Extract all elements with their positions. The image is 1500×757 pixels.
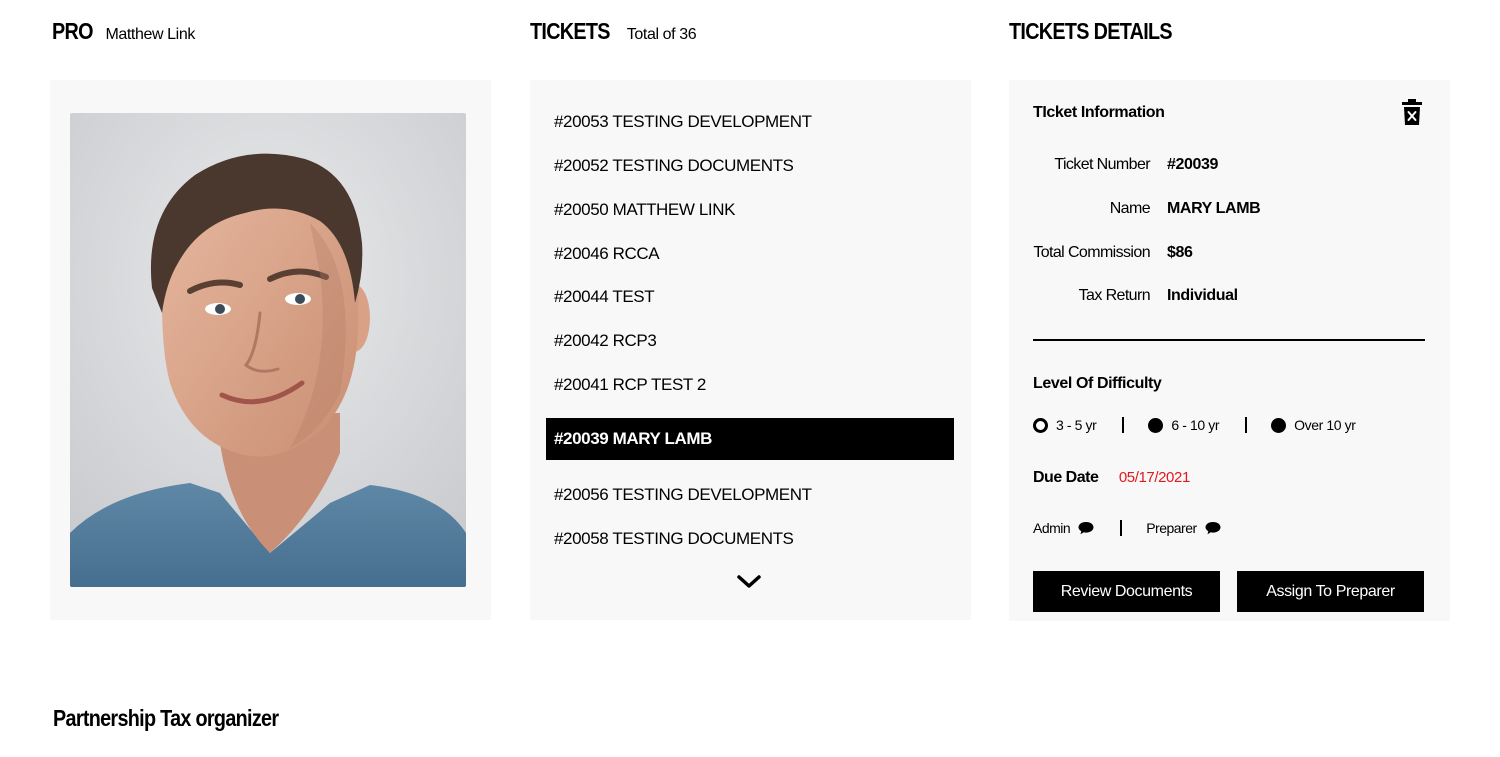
difficulty-radio-6-10[interactable]	[1148, 417, 1164, 433]
partnership-tax-organizer-title: Partnership Tax organizer	[53, 705, 279, 731]
chevron-down-icon[interactable]	[736, 574, 762, 590]
ticket-item[interactable]: #20056 TESTING DEVELOPMENT	[554, 485, 812, 505]
ticket-item[interactable]: #20042 RCP3	[554, 331, 657, 351]
tax-return-label: Tax Return	[1078, 287, 1151, 304]
ticket-item[interactable]: #20044 TEST	[554, 287, 655, 307]
ticket-item[interactable]: #20041 RCP TEST 2	[554, 375, 706, 395]
details-panel: TIcket Information Ticket Number #20039 …	[1009, 80, 1450, 621]
page: PRO Matthew Link TICKETS Total of 36 TIC…	[0, 0, 1500, 757]
chat-bubble-icon[interactable]	[1205, 521, 1221, 535]
total-commission-row: Total Commission $86	[1009, 244, 1450, 266]
details-heading: TICKETS DETAILS	[1009, 18, 1173, 44]
total-commission-label: Total Commission	[1033, 244, 1150, 261]
tax-return-row: Tax Return Individual	[1009, 287, 1450, 309]
tickets-panel: #20053 TESTING DEVELOPMENT #20052 TESTIN…	[530, 80, 971, 620]
tickets-header: TICKETS Total of 36	[530, 18, 697, 45]
total-commission-value: $86	[1167, 244, 1193, 261]
difficulty-radio-3-5[interactable]	[1033, 417, 1048, 433]
name-row: Name MARY LAMB	[1009, 200, 1450, 222]
pro-name: Matthew Link	[105, 26, 195, 43]
ticket-item[interactable]: #20052 TESTING DOCUMENTS	[554, 156, 794, 176]
due-date-label: Due Date	[1033, 469, 1099, 486]
divider	[1033, 339, 1425, 341]
due-date-value: 05/17/2021	[1118, 469, 1190, 486]
details-header: TICKETS DETAILS	[1009, 18, 1198, 45]
difficulty-label: Level Of Difficulty	[1033, 375, 1162, 392]
tickets-heading: TICKETS	[530, 18, 610, 44]
ticket-item[interactable]: #20050 MATTHEW LINK	[554, 200, 735, 220]
difficulty-option-label: 6 - 10 yr	[1171, 417, 1220, 433]
ticket-item[interactable]: #20058 TESTING DOCUMENTS	[554, 529, 794, 549]
pro-panel	[50, 80, 491, 620]
ticket-item[interactable]: #20046 RCCA	[554, 244, 660, 264]
ticket-number-row: Ticket Number #20039	[1009, 156, 1450, 178]
admin-comment-label: Admin	[1033, 520, 1071, 536]
difficulty-radio-over-10[interactable]	[1271, 417, 1287, 433]
pro-heading: PRO	[52, 18, 94, 44]
ticket-item[interactable]: #20053 TESTING DEVELOPMENT	[554, 112, 812, 132]
preparer-comment-label: Preparer	[1146, 520, 1197, 536]
due-date-row: Due Date 05/17/2021	[1033, 469, 1190, 487]
review-documents-button[interactable]: Review Documents	[1033, 571, 1220, 612]
difficulty-option-label: Over 10 yr	[1294, 417, 1356, 433]
separator	[1122, 417, 1125, 433]
difficulty-options: 3 - 5 yr 6 - 10 yr Over 10 yr	[1033, 417, 1356, 433]
ticket-item-selected[interactable]: #20039 MARY LAMB	[546, 418, 954, 460]
tickets-total: Total of 36	[626, 26, 697, 43]
assign-to-preparer-button[interactable]: Assign To Preparer	[1237, 571, 1424, 612]
comments-row: Admin Preparer	[1033, 520, 1221, 536]
ticket-information-title: TIcket Information	[1033, 104, 1165, 121]
pro-avatar	[70, 113, 466, 587]
name-label: Name	[1109, 200, 1151, 217]
ticket-number-value: #20039	[1167, 156, 1218, 173]
tax-return-value: Individual	[1167, 287, 1238, 304]
name-value: MARY LAMB	[1167, 200, 1261, 217]
separator	[1120, 520, 1123, 536]
separator	[1245, 417, 1248, 433]
chat-bubble-icon[interactable]	[1078, 521, 1094, 535]
difficulty-option-label: 3 - 5 yr	[1056, 417, 1097, 433]
trash-icon[interactable]	[1401, 98, 1423, 126]
pro-header: PRO Matthew Link	[52, 18, 195, 45]
ticket-number-label: Ticket Number	[1054, 156, 1150, 173]
